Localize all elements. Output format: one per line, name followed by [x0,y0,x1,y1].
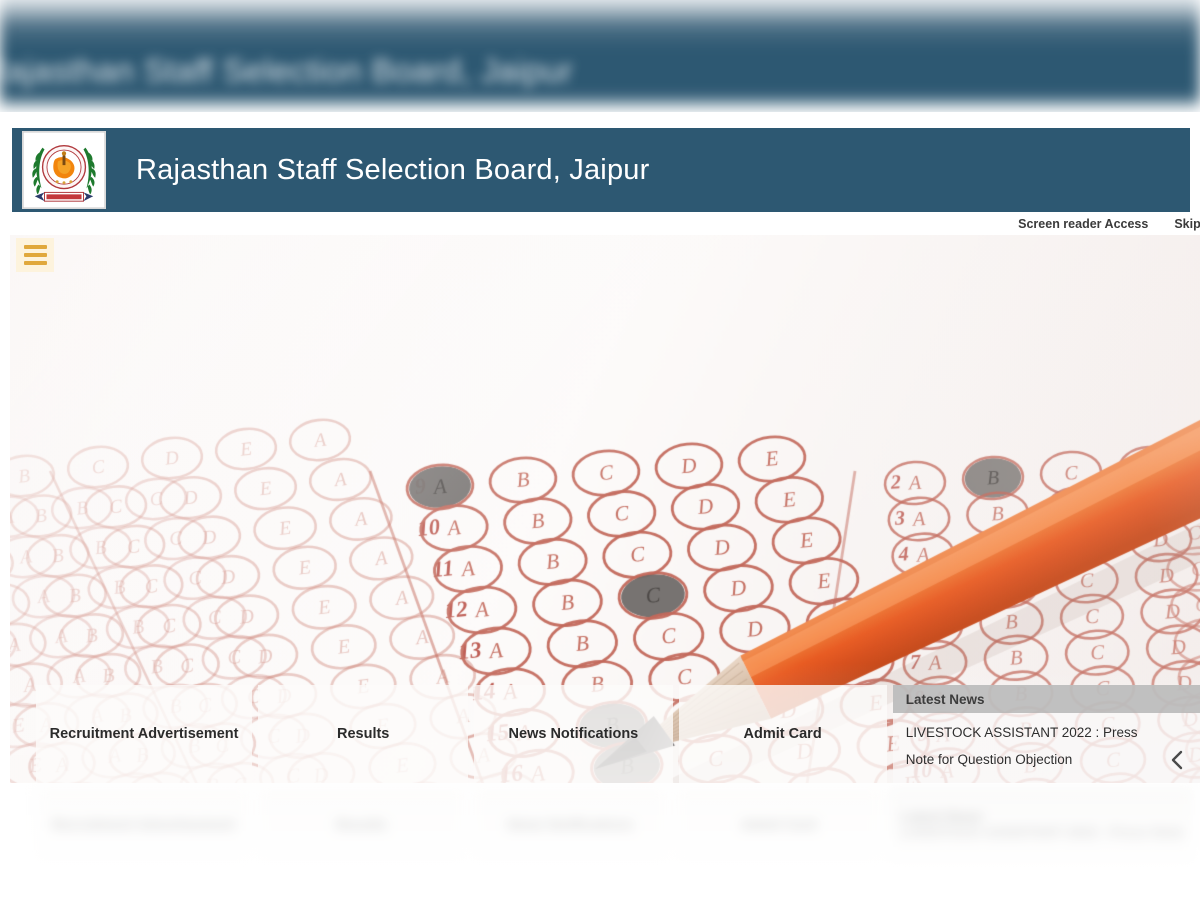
chevron-left-glyph [1171,750,1183,770]
hamburger-bar-1 [23,245,47,249]
hamburger-bar-2 [23,253,47,257]
nav-card-label: News Notifications [508,726,639,742]
nav-card-recruitment-advertisement[interactable]: Recruitment Advertisement [36,685,253,783]
quick-links-row: Recruitment Advertisement Results News N… [10,685,1200,783]
accessibility-bar: Screen reader Access Skip to [12,212,1200,236]
hero-banner: Recruitment Advertisement Results News N… [10,235,1200,783]
blurred-top-banner: Rajasthan Staff Selection Board, Jaipur [0,0,1200,112]
nav-card-label: Admit Card [743,726,822,742]
skip-to-content-link[interactable]: Skip to [1174,217,1200,231]
latest-news-header: Latest News [892,685,1200,713]
nav-card-results[interactable]: Results [258,685,469,783]
nav-card-label: Results [336,726,390,742]
blurred-footer-duplicate: Recruitment Advertisement Results News N… [0,783,1200,900]
page-root: Rajasthan Staff Selection Board, Jaipur [0,0,1200,900]
hamburger-menu-icon[interactable] [16,238,54,272]
chevron-left-icon[interactable] [1168,749,1186,771]
hamburger-bar-3 [23,261,47,265]
latest-news-panel: Latest News LIVESTOCK ASSISTANT 2022 : P… [892,685,1200,783]
site-header: Rajasthan Staff Selection Board, Jaipur [12,128,1190,212]
emblem-icon [23,132,105,208]
screen-reader-access-link[interactable]: Screen reader Access [1018,217,1148,231]
nav-card-admit-card[interactable]: Admit Card [678,685,887,783]
latest-news-title: Latest News [905,691,985,707]
blurred-banner-title: Rajasthan Staff Selection Board, Jaipur [0,52,574,89]
footer-fade-overlay [0,783,1200,900]
page-title: Rajasthan Staff Selection Board, Jaipur [136,153,650,186]
latest-news-item[interactable]: LIVESTOCK ASSISTANT 2022 : Press Note fo… [893,713,1200,773]
rajasthan-state-emblem-logo[interactable] [22,131,106,209]
nav-card-label: Recruitment Advertisement [49,726,239,742]
nav-card-news-notifications[interactable]: News Notifications [474,685,673,783]
